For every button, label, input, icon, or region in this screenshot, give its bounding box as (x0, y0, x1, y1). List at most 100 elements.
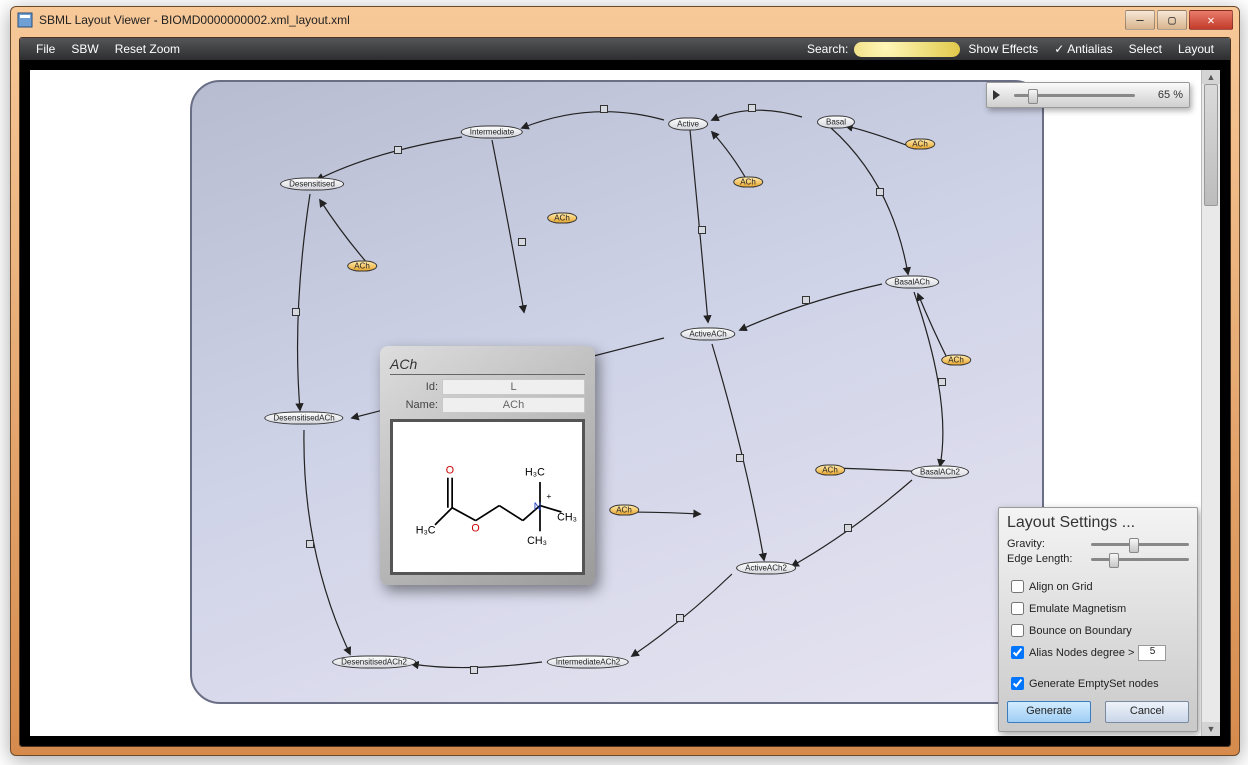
app-icon (17, 12, 33, 28)
alias-nodes-checkbox[interactable] (1011, 646, 1024, 659)
edge-length-label: Edge Length: (1007, 553, 1091, 565)
menu-show-effects[interactable]: Show Effects (960, 42, 1046, 56)
titlebar[interactable]: SBML Layout Viewer - BIOMD0000000002.xml… (11, 7, 1239, 33)
node-ach[interactable]: ACh (547, 213, 577, 224)
play-icon[interactable] (993, 90, 1000, 100)
zoom-thumb[interactable] (1028, 89, 1038, 104)
reaction-node (748, 104, 756, 112)
reaction-node (292, 308, 300, 316)
reaction-node (844, 524, 852, 532)
reaction-node (698, 226, 706, 234)
node-ach[interactable]: ACh (609, 505, 639, 516)
node-desensitised[interactable]: Desensitised (280, 178, 344, 191)
search-input[interactable] (854, 42, 960, 57)
alias-nodes-label: Alias Nodes degree > (1029, 647, 1134, 659)
svg-text:CH₃: CH₃ (527, 535, 547, 547)
reaction-node (676, 614, 684, 622)
scroll-down-icon[interactable]: ▼ (1202, 722, 1220, 736)
layout-settings-panel[interactable]: Layout Settings ... Gravity: Edge Length… (998, 507, 1198, 732)
align-grid-checkbox[interactable] (1011, 580, 1024, 593)
emulate-magnetism-checkbox[interactable] (1011, 602, 1024, 615)
menu-reset-zoom[interactable]: Reset Zoom (107, 42, 188, 56)
menu-sbw[interactable]: SBW (63, 42, 106, 56)
app-window: SBML Layout Viewer - BIOMD0000000002.xml… (10, 6, 1240, 756)
svg-text:H₃C: H₃C (525, 467, 545, 479)
checkmark-icon: ✓ (1054, 42, 1064, 56)
reaction-node (736, 454, 744, 462)
client-area: File SBW Reset Zoom Search: Show Effects… (19, 37, 1231, 747)
svg-text:O: O (446, 464, 454, 476)
search-label: Search: (807, 42, 848, 56)
menu-antialias[interactable]: ✓Antialias (1046, 42, 1120, 56)
generate-emptyset-checkbox[interactable] (1011, 677, 1024, 690)
close-button[interactable]: ✕ (1189, 10, 1233, 30)
menu-file[interactable]: File (28, 42, 63, 56)
svg-text:CH₃: CH₃ (557, 512, 577, 524)
node-ach[interactable]: ACh (815, 465, 845, 476)
reaction-node (518, 238, 526, 246)
node-active-ach[interactable]: ActiveACh (680, 328, 735, 341)
zoom-percent: 65 % (1143, 89, 1183, 101)
tooltip-name-value: ACh (442, 397, 585, 413)
minimize-button[interactable]: – (1125, 10, 1155, 30)
reaction-node (470, 666, 478, 674)
stage: Intermediate Active Basal Desensitised B… (20, 60, 1230, 746)
alias-degree-input[interactable]: 5 (1138, 645, 1166, 661)
edge-length-slider[interactable] (1091, 558, 1189, 561)
reaction-node (600, 105, 608, 113)
bounce-boundary-checkbox[interactable] (1011, 624, 1024, 637)
scroll-thumb[interactable] (1204, 84, 1218, 206)
tooltip-name-label: Name: (390, 399, 438, 411)
svg-text:N: N (534, 501, 542, 513)
align-grid-label: Align on Grid (1029, 581, 1093, 593)
menubar: File SBW Reset Zoom Search: Show Effects… (20, 38, 1230, 61)
tooltip-id-value: L (442, 379, 585, 395)
reaction-node (938, 378, 946, 386)
svg-text:O: O (471, 522, 479, 534)
gravity-thumb[interactable] (1129, 538, 1139, 553)
node-active[interactable]: Active (668, 118, 708, 131)
node-active-ach2[interactable]: ActiveACh2 (736, 562, 796, 575)
menu-select[interactable]: Select (1121, 42, 1170, 56)
svg-text:+: + (546, 491, 551, 501)
node-ach[interactable]: ACh (905, 139, 935, 150)
zoom-widget[interactable]: 65 % (986, 82, 1190, 108)
node-basal[interactable]: Basal (817, 116, 855, 129)
node-desensitised-ach2[interactable]: DesensitisedACh2 (332, 656, 416, 669)
node-ach[interactable]: ACh (733, 177, 763, 188)
generate-emptyset-label: Generate EmptySet nodes (1029, 678, 1159, 690)
node-basal-ach[interactable]: BasalACh (885, 276, 939, 289)
window-title: SBML Layout Viewer - BIOMD0000000002.xml… (39, 13, 1125, 27)
emulate-magnetism-label: Emulate Magnetism (1029, 603, 1126, 615)
scroll-up-icon[interactable]: ▲ (1202, 70, 1220, 84)
vertical-scrollbar[interactable]: ▲ ▼ (1201, 70, 1220, 736)
maximize-button[interactable]: ▢ (1157, 10, 1187, 30)
tooltip-id-label: Id: (390, 381, 438, 393)
species-tooltip[interactable]: ACh Id: L Name: ACh (380, 346, 595, 585)
cancel-button[interactable]: Cancel (1105, 701, 1189, 723)
node-intermediate-ach2[interactable]: IntermediateACh2 (547, 656, 629, 669)
reaction-node (306, 540, 314, 548)
gravity-slider[interactable] (1091, 543, 1189, 546)
molecule-structure: O O N + H₃C H₃C CH₃ CH₃ (390, 419, 585, 575)
reaction-node (876, 188, 884, 196)
generate-button[interactable]: Generate (1007, 701, 1091, 723)
network-diagram[interactable]: Intermediate Active Basal Desensitised B… (190, 80, 1044, 704)
menu-layout[interactable]: Layout (1170, 42, 1222, 56)
edge-length-thumb[interactable] (1109, 553, 1119, 568)
node-intermediate[interactable]: Intermediate (461, 126, 523, 139)
node-ach[interactable]: ACh (941, 355, 971, 366)
bounce-boundary-label: Bounce on Boundary (1029, 625, 1132, 637)
node-ach[interactable]: ACh (347, 261, 377, 272)
gravity-label: Gravity: (1007, 538, 1091, 550)
reaction-node (394, 146, 402, 154)
tooltip-title: ACh (390, 356, 585, 375)
canvas-paper[interactable]: Intermediate Active Basal Desensitised B… (30, 70, 1202, 736)
node-desensitised-ach[interactable]: DesensitisedACh (264, 412, 343, 425)
reaction-node (802, 296, 810, 304)
settings-title: Layout Settings ... (1007, 514, 1189, 532)
svg-text:H₃C: H₃C (416, 524, 436, 536)
node-basal-ach2[interactable]: BasalACh2 (911, 466, 969, 479)
edges-layer (192, 82, 1042, 702)
zoom-slider[interactable] (1014, 94, 1135, 97)
